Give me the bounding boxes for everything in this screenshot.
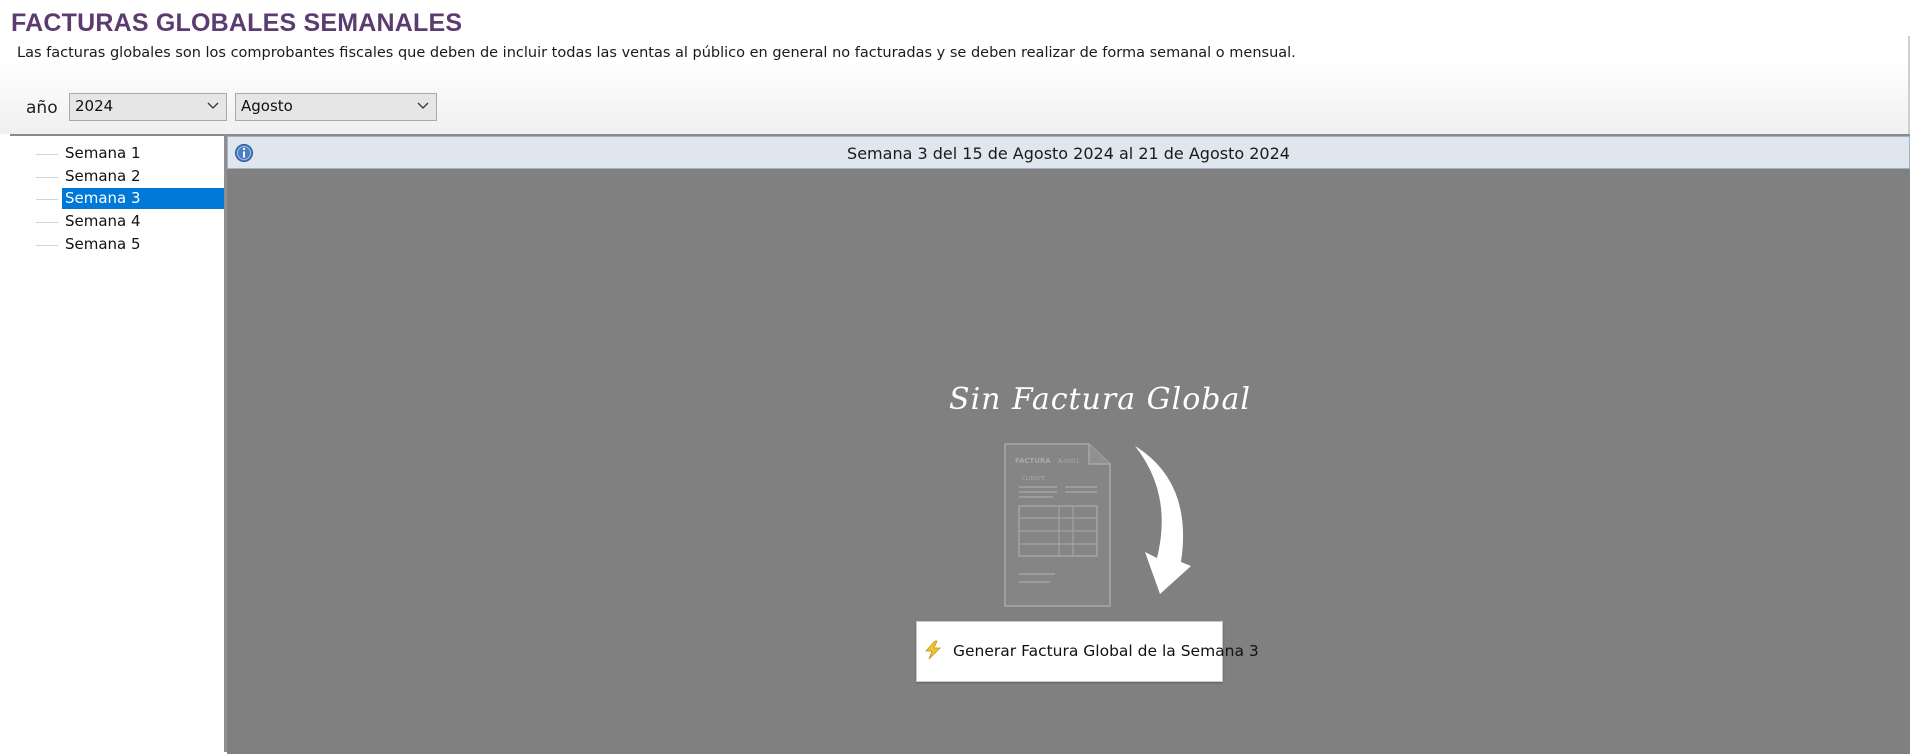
week-item-5[interactable]: Semana 5 bbox=[26, 234, 226, 255]
year-select[interactable]: 2024 bbox=[69, 93, 227, 121]
invoice-number: A-0001 bbox=[1058, 458, 1080, 465]
month-select-value: Agosto bbox=[241, 97, 293, 115]
week-detail-panel: Semana 3 del 15 de Agosto 2024 al 21 de … bbox=[227, 134, 1910, 754]
empty-state-title: Sin Factura Global bbox=[949, 382, 1251, 417]
header-area: FACTURAS GLOBALES SEMANALES Las facturas… bbox=[0, 0, 1910, 134]
week-label: Semana 3 bbox=[62, 188, 229, 209]
week-item-4[interactable]: Semana 4 bbox=[26, 211, 226, 232]
tree-connector bbox=[36, 222, 58, 223]
lightning-icon bbox=[925, 640, 941, 660]
page-title: FACTURAS GLOBALES SEMANALES bbox=[11, 9, 463, 37]
chevron-down-icon bbox=[207, 102, 219, 109]
chevron-down-icon bbox=[417, 102, 429, 109]
invoice-client: CLIENTE bbox=[1022, 476, 1045, 482]
week-label: Semana 2 bbox=[65, 167, 141, 185]
generate-global-invoice-button[interactable]: Generar Factura Global de la Semana 3 bbox=[916, 621, 1259, 682]
invoice-heading: FACTURA bbox=[1015, 457, 1051, 465]
year-label: año bbox=[26, 98, 58, 118]
year-select-value: 2024 bbox=[75, 97, 114, 115]
week-label: Semana 5 bbox=[65, 235, 141, 253]
week-item-1[interactable]: Semana 1 bbox=[26, 143, 226, 164]
week-item-2[interactable]: Semana 2 bbox=[26, 166, 226, 187]
tree-connector bbox=[36, 199, 58, 200]
tree-connector bbox=[36, 154, 58, 155]
week-label: Semana 4 bbox=[65, 212, 141, 230]
tree-connector bbox=[36, 245, 58, 246]
week-range-text: Semana 3 del 15 de Agosto 2024 al 21 de … bbox=[847, 144, 1290, 163]
tree-connector bbox=[36, 177, 58, 178]
week-label: Semana 1 bbox=[65, 144, 141, 162]
info-bar: Semana 3 del 15 de Agosto 2024 al 21 de … bbox=[227, 136, 1910, 169]
month-select[interactable]: Agosto bbox=[235, 93, 437, 121]
week-item-3[interactable]: Semana 3 bbox=[26, 188, 229, 209]
page-description: Las facturas globales son los comprobant… bbox=[17, 45, 1296, 61]
generate-button-label: Generar Factura Global de la Semana 3 bbox=[953, 642, 1259, 660]
week-tree: Semana 1 Semana 2 Semana 3 Semana 4 Sema… bbox=[10, 134, 229, 754]
